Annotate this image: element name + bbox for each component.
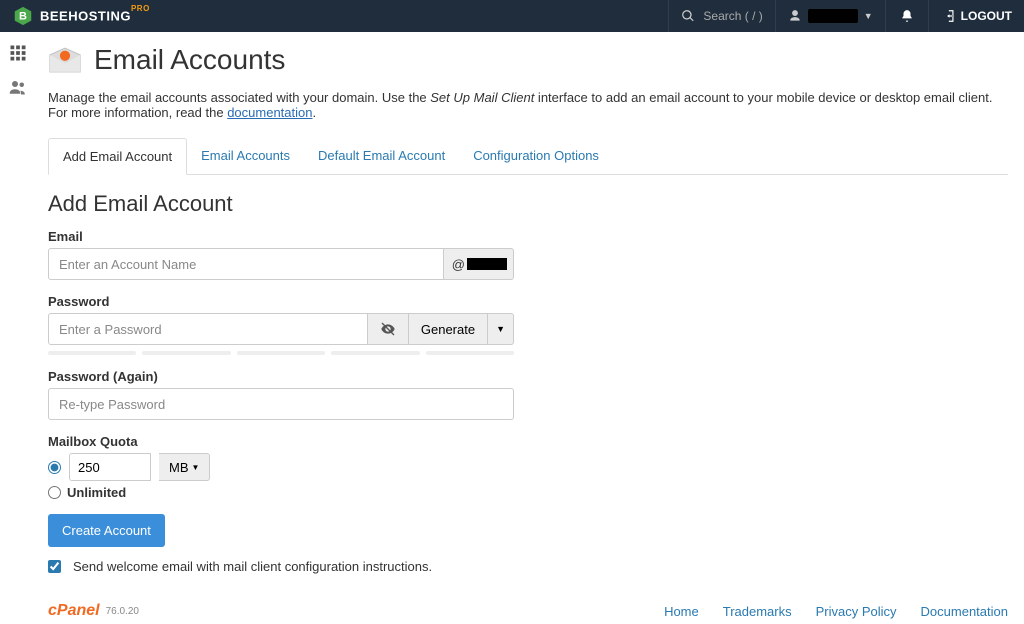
users-icon[interactable] bbox=[9, 78, 27, 96]
side-rail bbox=[0, 32, 36, 624]
footer-link-privacy[interactable]: Privacy Policy bbox=[816, 604, 897, 619]
user-icon bbox=[788, 9, 802, 23]
tabs: Add Email Account Email Accounts Default… bbox=[48, 138, 1008, 175]
search-group[interactable]: Search ( / ) bbox=[668, 0, 775, 32]
email-label: Email bbox=[48, 229, 1008, 244]
email-input[interactable] bbox=[48, 248, 444, 280]
page-title: Email Accounts bbox=[94, 44, 285, 76]
password-again-field-row: Password (Again) bbox=[48, 369, 1008, 420]
logout-icon bbox=[943, 9, 957, 23]
email-accounts-icon bbox=[48, 46, 82, 74]
tab-default-email-account[interactable]: Default Email Account bbox=[304, 138, 459, 174]
unlimited-label: Unlimited bbox=[67, 485, 126, 500]
welcome-email-row: Send welcome email with mail client conf… bbox=[48, 559, 1008, 574]
svg-text:B: B bbox=[19, 11, 27, 23]
topbar: B BEEHOSTINGPRO Search ( / ) ▼ LOGOUT bbox=[0, 0, 1024, 32]
search-icon bbox=[681, 9, 695, 23]
domain-append: @ bbox=[444, 248, 514, 280]
generate-options-button[interactable]: ▼ bbox=[488, 313, 514, 345]
tab-email-accounts[interactable]: Email Accounts bbox=[187, 138, 304, 174]
logout-button[interactable]: LOGOUT bbox=[929, 9, 1012, 23]
cpanel-version: 76.0.20 bbox=[106, 606, 139, 617]
tab-configuration-options[interactable]: Configuration Options bbox=[459, 138, 613, 174]
section-title: Add Email Account bbox=[48, 191, 1008, 217]
generate-password-button[interactable]: Generate bbox=[409, 313, 488, 345]
password-label: Password bbox=[48, 294, 1008, 309]
intro-text: Manage the email accounts associated wit… bbox=[48, 90, 1008, 120]
apps-grid-icon[interactable] bbox=[9, 44, 27, 62]
tab-add-email-account[interactable]: Add Email Account bbox=[48, 138, 187, 175]
chevron-down-icon: ▼ bbox=[864, 11, 873, 21]
user-menu[interactable]: ▼ bbox=[776, 0, 886, 32]
quota-value-input[interactable] bbox=[69, 453, 151, 481]
quota-custom-radio[interactable] bbox=[48, 461, 61, 474]
password-again-input[interactable] bbox=[48, 388, 514, 420]
welcome-email-label: Send welcome email with mail client conf… bbox=[73, 559, 432, 574]
quota-unit-button[interactable]: MB ▼ bbox=[159, 453, 210, 481]
mailbox-quota-label: Mailbox Quota bbox=[48, 434, 1008, 449]
password-field-row: Password Generate ▼ bbox=[48, 294, 1008, 355]
send-welcome-checkbox[interactable] bbox=[48, 560, 61, 573]
notifications[interactable] bbox=[886, 0, 929, 32]
username-redacted bbox=[808, 9, 858, 23]
footer-link-documentation[interactable]: Documentation bbox=[921, 604, 1008, 619]
bell-icon bbox=[900, 9, 914, 23]
main-content: Email Accounts Manage the email accounts… bbox=[36, 32, 1024, 624]
password-strength-meter bbox=[48, 351, 514, 355]
brand[interactable]: B BEEHOSTINGPRO bbox=[12, 5, 150, 27]
page-header: Email Accounts bbox=[48, 44, 1008, 76]
mailbox-quota-group: Mailbox Quota MB ▼ Unlimited bbox=[48, 434, 1008, 500]
documentation-link[interactable]: documentation bbox=[227, 105, 312, 120]
caret-down-icon: ▼ bbox=[496, 324, 505, 334]
footer: cPanel 76.0.20 Home Trademarks Privacy P… bbox=[48, 594, 1008, 624]
email-field-row: Email @ bbox=[48, 229, 1008, 280]
cpanel-brand: cPanel bbox=[48, 602, 100, 620]
eye-off-icon bbox=[380, 321, 396, 337]
quota-unlimited-radio[interactable] bbox=[48, 486, 61, 499]
search-placeholder: Search ( / ) bbox=[703, 9, 762, 23]
toggle-password-visibility-button[interactable] bbox=[368, 313, 409, 345]
footer-link-trademarks[interactable]: Trademarks bbox=[723, 604, 792, 619]
create-account-button[interactable]: Create Account bbox=[48, 514, 165, 547]
password-input[interactable] bbox=[48, 313, 368, 345]
brand-text: BEEHOSTINGPRO bbox=[40, 8, 150, 23]
domain-redacted bbox=[467, 258, 507, 270]
brand-hex-icon: B bbox=[12, 5, 34, 27]
caret-down-icon: ▼ bbox=[192, 463, 200, 472]
password-again-label: Password (Again) bbox=[48, 369, 1008, 384]
footer-link-home[interactable]: Home bbox=[664, 604, 699, 619]
